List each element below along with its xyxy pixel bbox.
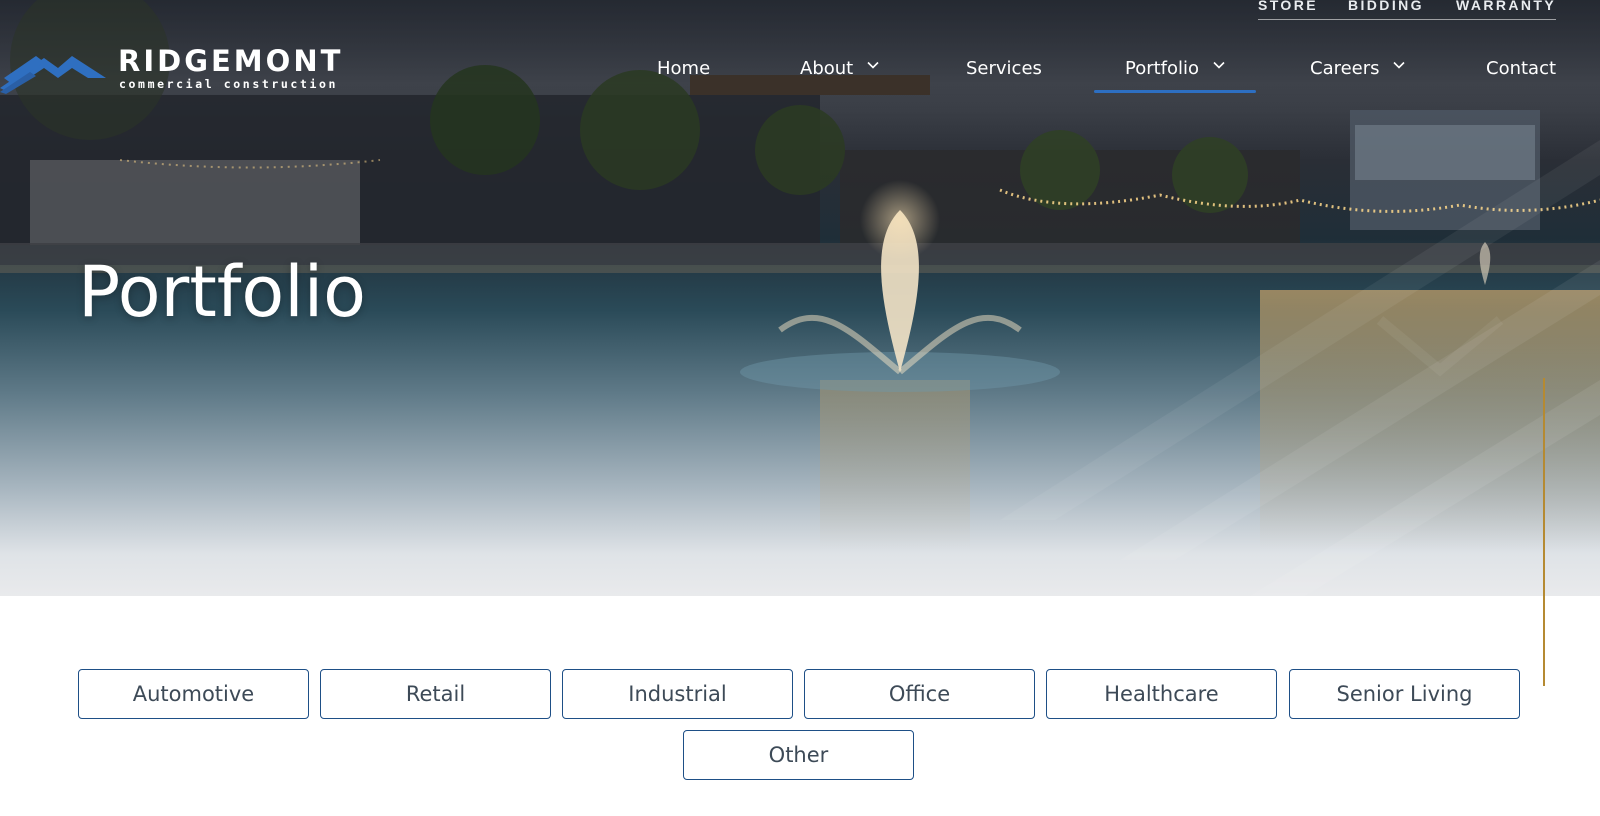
filter-button-automotive[interactable]: Automotive (78, 669, 309, 719)
filter-button-industrial[interactable]: Industrial (562, 669, 793, 719)
nav-active-indicator (1094, 90, 1256, 93)
nav-item-label: Home (657, 58, 711, 79)
hero-banner: RIDGEMONT commercial construction STORE … (0, 0, 1600, 596)
filter-button-healthcare[interactable]: Healthcare (1046, 669, 1277, 719)
decorative-gold-rule (1543, 378, 1545, 686)
nav-item-contact[interactable]: Contact (1486, 58, 1556, 80)
ridgemont-logo[interactable]: RIDGEMONT commercial construction (0, 44, 360, 94)
brand-name: RIDGEMONT (118, 44, 344, 78)
nav-item-label: Services (966, 58, 1042, 79)
filter-button-office[interactable]: Office (804, 669, 1035, 719)
nav-item-label: Portfolio (1125, 58, 1200, 79)
filter-button-senior-living[interactable]: Senior Living (1289, 669, 1520, 719)
nav-item-label: Contact (1486, 58, 1557, 79)
chevron-down-icon (867, 61, 879, 69)
utility-link-store[interactable]: STORE (1258, 0, 1318, 13)
nav-item-portfolio[interactable]: Portfolio (1125, 58, 1225, 80)
mountain-logo-icon (0, 56, 106, 94)
nav-item-careers[interactable]: Careers (1310, 58, 1405, 80)
chevron-down-icon (1393, 61, 1405, 69)
chevron-down-icon (1213, 61, 1225, 69)
page-title: Portfolio (78, 251, 366, 333)
filter-button-other[interactable]: Other (683, 730, 914, 780)
nav-item-home[interactable]: Home (657, 58, 710, 80)
utility-link-bidding[interactable]: BIDDING (1348, 0, 1424, 13)
brand-tagline: commercial construction (119, 77, 339, 91)
nav-item-label: About (800, 58, 854, 79)
utility-nav: STORE BIDDING WARRANTY (1258, 0, 1556, 20)
nav-item-about[interactable]: About (800, 58, 879, 80)
nav-item-services[interactable]: Services (966, 58, 1042, 80)
utility-link-warranty[interactable]: WARRANTY (1456, 0, 1556, 13)
nav-item-label: Careers (1310, 58, 1380, 79)
filter-button-retail[interactable]: Retail (320, 669, 551, 719)
